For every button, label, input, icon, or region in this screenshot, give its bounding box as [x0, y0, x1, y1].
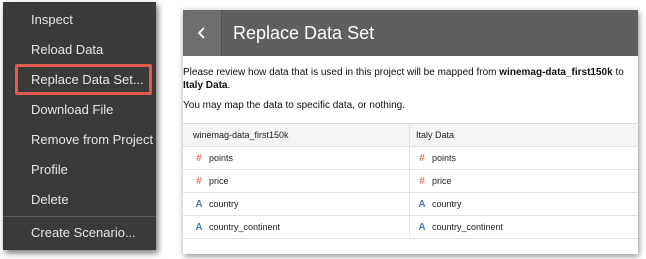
- column-header-target: Italy Data: [416, 130, 455, 140]
- number-type-icon: #: [196, 176, 202, 187]
- table-row: # price # price: [183, 170, 638, 193]
- header-divider: [221, 10, 222, 56]
- dialog-header: Replace Data Set: [183, 10, 638, 56]
- target-field[interactable]: # points: [416, 147, 456, 169]
- number-type-icon: #: [419, 153, 425, 164]
- mapping-description: Please review how data that is used in t…: [183, 66, 628, 92]
- column-divider: [409, 193, 410, 215]
- menu-item-download-file[interactable]: Download File: [3, 95, 156, 125]
- table-row: Acountry Acountry: [183, 193, 638, 216]
- target-field-label: country_continent: [432, 222, 504, 232]
- menu-item-profile[interactable]: Profile: [3, 155, 156, 185]
- dialog-title: Replace Data Set: [233, 23, 375, 43]
- text-type-icon: A: [195, 199, 203, 210]
- target-field-label: price: [432, 176, 452, 186]
- source-field[interactable]: # price: [193, 170, 229, 192]
- source-field[interactable]: # points: [193, 147, 233, 169]
- text-type-icon: A: [418, 199, 426, 210]
- source-field-label: country_continent: [209, 222, 281, 232]
- mapping-hint: You may map the data to specific data, o…: [183, 100, 405, 111]
- target-field[interactable]: Acountry: [416, 193, 462, 215]
- mapping-table: winemag-data_first150k Italy Data # point…: [183, 123, 638, 239]
- chevron-left-icon: [197, 27, 205, 39]
- menu-item-remove-from-project[interactable]: Remove from Project: [3, 125, 156, 155]
- menu-item-inspect[interactable]: Inspect: [3, 5, 156, 35]
- table-row: # points # points: [183, 147, 638, 170]
- menu-item-create-scenario[interactable]: Create Scenario...: [3, 218, 156, 248]
- desc-suffix: .: [227, 80, 231, 91]
- desc-mid: to: [612, 67, 624, 78]
- source-field[interactable]: Acountry_continent: [193, 216, 280, 238]
- column-divider: [409, 216, 410, 238]
- target-field[interactable]: Acountry_continent: [416, 216, 503, 238]
- source-dataset-name: winemag-data_first150k: [499, 67, 613, 78]
- menu-divider: [3, 216, 156, 217]
- desc-prefix: Please review how data that is used in t…: [183, 67, 500, 78]
- table-header-row: winemag-data_first150k Italy Data: [183, 124, 638, 147]
- target-field-label: points: [432, 153, 457, 163]
- column-divider: [409, 170, 410, 192]
- context-menu: Inspect Reload Data Replace Data Set... …: [3, 2, 156, 250]
- source-field[interactable]: Acountry: [193, 193, 239, 215]
- menu-item-reload-data[interactable]: Reload Data: [3, 35, 156, 65]
- column-divider: [409, 147, 410, 169]
- text-type-icon: A: [418, 222, 426, 233]
- number-type-icon: #: [419, 176, 425, 187]
- target-field[interactable]: # price: [416, 170, 452, 192]
- replace-data-set-dialog: Replace Data Set Please review how data …: [183, 10, 638, 254]
- source-field-label: country: [209, 199, 239, 209]
- source-field-label: points: [209, 153, 234, 163]
- column-header-source: winemag-data_first150k: [193, 130, 289, 140]
- source-field-label: price: [209, 176, 229, 186]
- menu-item-delete[interactable]: Delete: [3, 185, 156, 215]
- target-field-label: country: [432, 199, 462, 209]
- back-button[interactable]: [183, 10, 221, 56]
- target-dataset-name: Italy Data: [183, 80, 228, 91]
- number-type-icon: #: [196, 153, 202, 164]
- column-divider: [409, 124, 410, 146]
- table-row: Acountry_continent Acountry_continent: [183, 216, 638, 239]
- highlight-annotation: [15, 64, 152, 95]
- text-type-icon: A: [195, 222, 203, 233]
